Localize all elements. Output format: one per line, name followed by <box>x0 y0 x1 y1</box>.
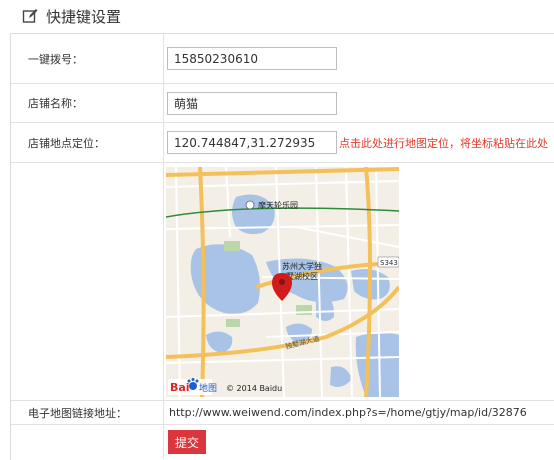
submit-row: 提交 <box>11 425 554 459</box>
edit-icon <box>22 9 38 23</box>
baidu-logo-suffix: 地图 <box>199 382 217 394</box>
map-url-label: 电子地图链接地址： <box>11 401 164 424</box>
settings-form: 一键拨号： 店铺名称： 店铺地点定位： 点击此处进行地图定位，将坐标粘贴在此处 <box>10 33 554 460</box>
baidu-logo-text: Bai <box>170 381 190 394</box>
shop-name-input[interactable] <box>167 91 337 115</box>
location-row: 店铺地点定位： 点击此处进行地图定位，将坐标粘贴在此处 <box>11 123 554 163</box>
shop-name-row: 店铺名称： <box>11 84 554 123</box>
location-input[interactable] <box>167 131 337 154</box>
phone-row: 一键拨号： <box>11 34 554 84</box>
phone-label: 一键拨号： <box>11 34 164 83</box>
phone-input[interactable] <box>167 47 337 70</box>
page-header: 快捷键设置 <box>0 0 554 32</box>
submit-button[interactable]: 提交 <box>168 430 206 454</box>
campus-label: 苏州大学独 <box>282 261 322 271</box>
shop-name-label: 店铺名称： <box>11 84 164 122</box>
map-canvas[interactable]: S343 摩天轮乐园 苏州大学独 墅湖校区 独墅湖大道 Bai 地图 © 201… <box>166 167 399 397</box>
route-badge: S343 <box>380 259 398 267</box>
park-label: 摩天轮乐园 <box>258 200 298 210</box>
map-url-row: 电子地图链接地址： http://www.weiwend.com/index.p… <box>11 401 554 425</box>
baidu-map[interactable]: S343 摩天轮乐园 苏州大学独 墅湖校区 独墅湖大道 Bai 地图 © 201… <box>166 167 399 397</box>
location-hint-link[interactable]: 点击此处进行地图定位，将坐标粘贴在此处 <box>339 135 548 151</box>
map-copyright: © 2014 Baidu <box>226 384 282 393</box>
map-url-value: http://www.weiwend.com/index.php?s=/home… <box>169 406 527 419</box>
location-label: 店铺地点定位： <box>11 123 164 162</box>
page-title: 快捷键设置 <box>46 7 122 26</box>
map-row: S343 摩天轮乐园 苏州大学独 墅湖校区 独墅湖大道 Bai 地图 © 201… <box>11 163 554 401</box>
